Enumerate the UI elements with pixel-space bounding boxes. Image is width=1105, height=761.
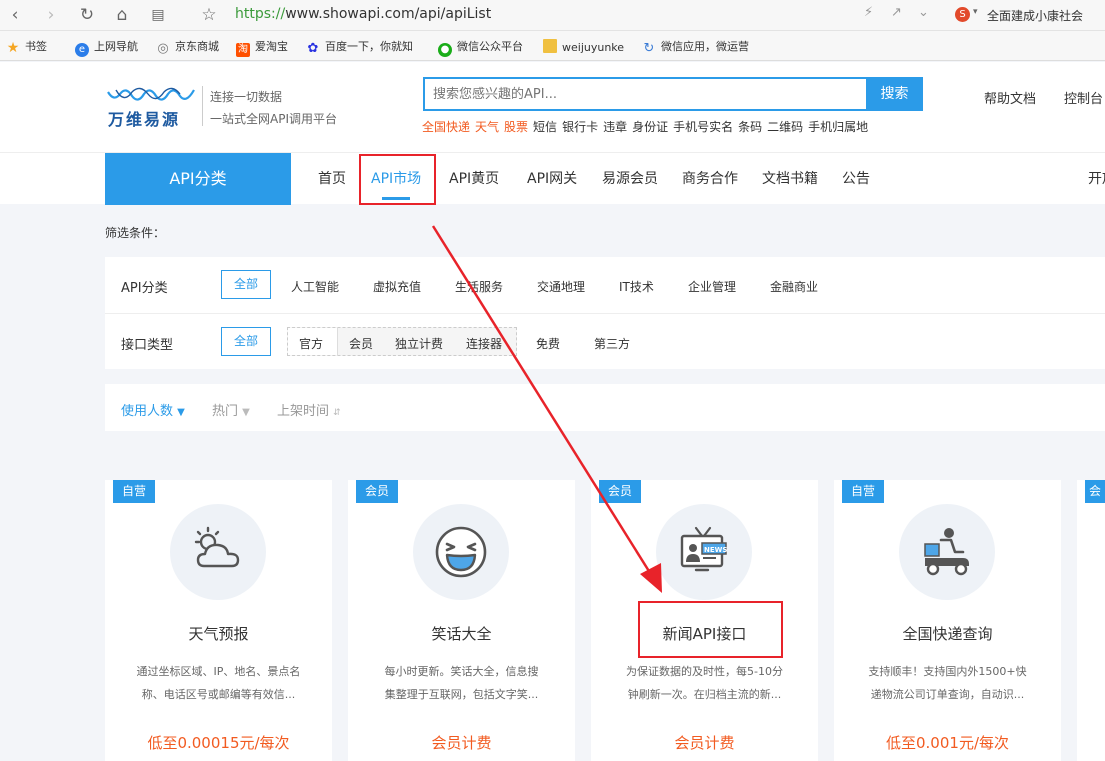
annotation-arrow	[431, 225, 662, 593]
